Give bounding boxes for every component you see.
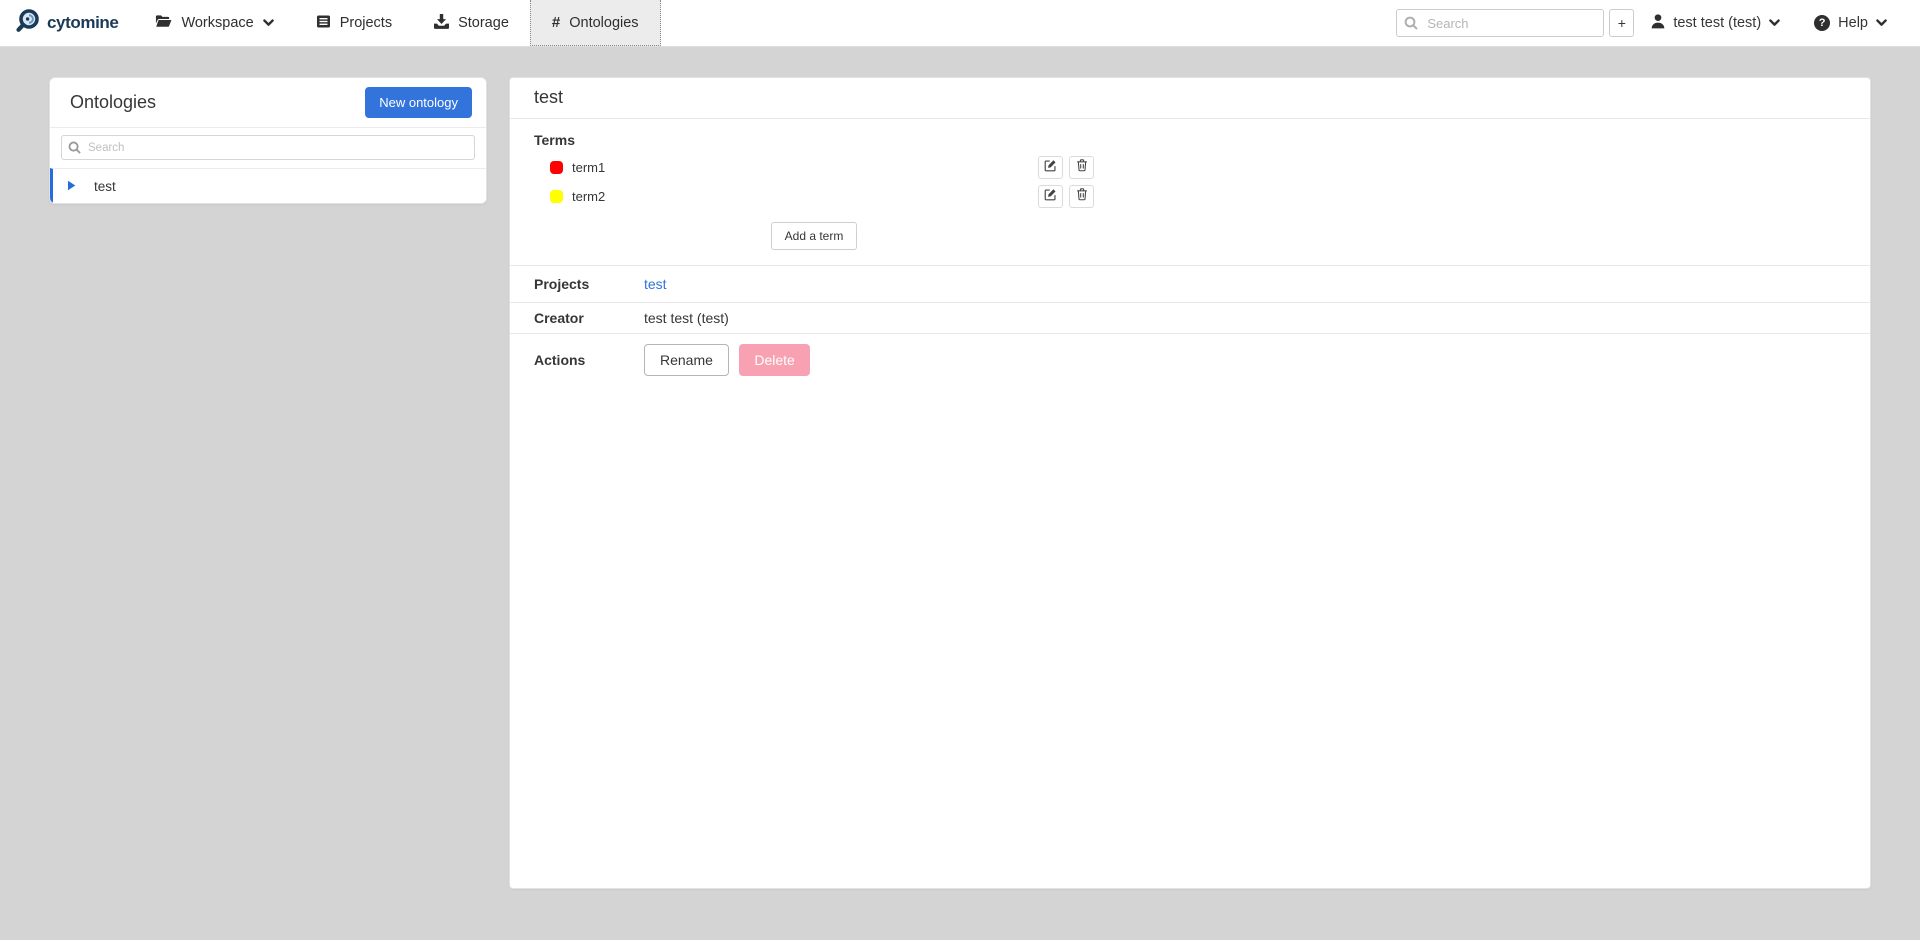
nav-item-ontologies[interactable]: # Ontologies [530, 0, 661, 46]
creator-value: test test (test) [644, 310, 729, 326]
nav-item-storage[interactable]: Storage [413, 0, 530, 46]
chevron-down-icon [263, 15, 274, 31]
project-link[interactable]: test [644, 276, 667, 292]
cytomine-magnifier-icon [12, 7, 42, 40]
nav-item-workspace[interactable]: Workspace [134, 0, 294, 46]
nav-item-label: Storage [458, 15, 509, 31]
nav-item-label: Projects [340, 15, 392, 31]
list-icon [316, 15, 331, 32]
download-icon [434, 14, 449, 33]
edit-term-button[interactable] [1038, 156, 1063, 179]
delete-button[interactable]: Delete [739, 344, 809, 376]
ontologies-list-panel: Ontologies New ontology test [49, 77, 487, 204]
delete-term-button[interactable] [1069, 185, 1094, 208]
hash-icon: # [552, 14, 560, 31]
trash-icon [1076, 188, 1088, 204]
global-search: + [1396, 9, 1634, 37]
term-color-swatch [550, 161, 563, 174]
cytomine-logo[interactable]: cytomine [0, 0, 134, 46]
user-icon [1651, 14, 1665, 33]
projects-row: Projects test [510, 265, 1870, 302]
search-icon [68, 141, 81, 159]
delete-term-button[interactable] [1069, 156, 1094, 179]
nav-item-label: Ontologies [569, 15, 638, 31]
terms-section: Terms term1 [510, 119, 1870, 250]
term-name: term2 [572, 189, 1038, 204]
new-ontology-button[interactable]: New ontology [365, 87, 472, 118]
main-navigation: Workspace Projects [134, 0, 660, 46]
brand-name: cytomine [47, 13, 118, 33]
ontology-detail-panel: test Terms term1 [509, 77, 1871, 889]
help-label: Help [1838, 15, 1868, 31]
chevron-down-icon [1769, 15, 1780, 31]
term-row: term2 [534, 183, 1094, 209]
ontologies-search-input[interactable] [61, 135, 475, 160]
creator-row: Creator test test (test) [510, 302, 1870, 333]
chevron-down-icon [1876, 15, 1887, 31]
panel-title: Ontologies [70, 92, 156, 113]
ontology-title: test [510, 78, 1870, 119]
search-icon [1404, 16, 1418, 35]
user-label: test test (test) [1673, 15, 1761, 31]
add-term-button[interactable]: Add a term [771, 222, 858, 250]
ontology-name: test [94, 179, 116, 194]
terms-heading: Terms [534, 132, 1846, 148]
nav-item-label: Workspace [181, 15, 253, 31]
creator-label: Creator [534, 310, 644, 326]
trash-icon [1076, 159, 1088, 175]
nav-item-projects[interactable]: Projects [295, 0, 413, 46]
user-menu[interactable]: test test (test) [1634, 14, 1797, 33]
caret-right-icon[interactable] [67, 179, 76, 194]
folder-open-icon [155, 14, 172, 32]
search-input[interactable] [1396, 9, 1604, 37]
help-menu[interactable]: ? Help [1797, 15, 1904, 31]
top-navbar: cytomine Workspace [0, 0, 1920, 47]
projects-label: Projects [534, 276, 644, 292]
actions-row: Actions Rename Delete [510, 333, 1870, 390]
navbar-right: + test test (test) ? Help [1396, 0, 1920, 46]
term-color-swatch [550, 190, 563, 203]
ontologies-search-row [50, 128, 486, 168]
rename-button[interactable]: Rename [644, 344, 729, 376]
ontology-tree-item-test[interactable]: test [50, 168, 486, 203]
edit-icon [1044, 159, 1057, 175]
edit-term-button[interactable] [1038, 185, 1063, 208]
edit-icon [1044, 188, 1057, 204]
help-icon: ? [1814, 15, 1830, 31]
add-button[interactable]: + [1609, 9, 1634, 37]
term-row: term1 [534, 154, 1094, 180]
ontologies-panel-header: Ontologies New ontology [50, 78, 486, 128]
actions-label: Actions [534, 344, 644, 368]
term-name: term1 [572, 160, 1038, 175]
